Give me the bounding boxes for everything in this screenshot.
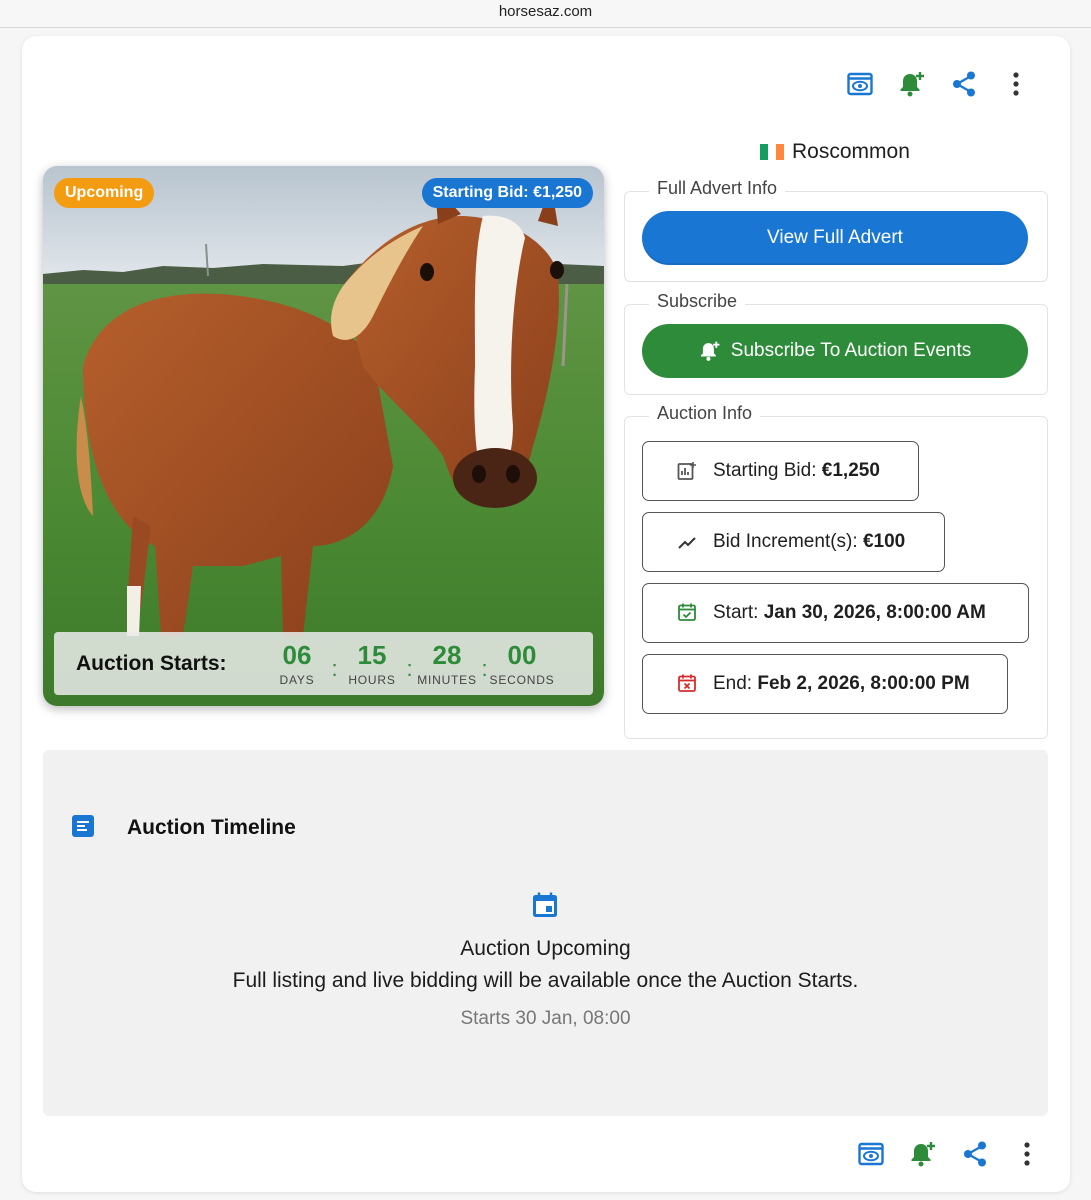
location-label: Roscommon [760, 140, 910, 164]
bottom-action-toolbar [851, 1134, 1047, 1174]
subscribe-section: Subscribe Subscribe To Auction Events [624, 291, 1048, 395]
timeline-document-icon [72, 815, 94, 837]
top-action-toolbar [840, 64, 1036, 104]
timeline-title: Auction Timeline [127, 816, 296, 839]
start-date-info: Start: Jan 30, 2026, 8:00:00 AM [642, 583, 1029, 643]
timeline-message: Full listing and live bidding will be av… [232, 969, 859, 992]
countdown-hours: 15 HOURS [341, 641, 403, 687]
countdown-label: Auction Starts: [76, 651, 227, 675]
watch-icon [847, 72, 873, 96]
subscribe-events-button[interactable]: Subscribe To Auction Events [642, 324, 1028, 378]
ireland-flag-icon [760, 144, 784, 160]
countdown-seconds: 00 SECONDS [489, 639, 555, 687]
subscribe-legend: Subscribe [649, 291, 746, 312]
starting-bid-label: Starting Bid: [713, 460, 817, 481]
start-label: Start: [713, 602, 759, 623]
bid-increment-text: Bid Increment(s): €100 [713, 531, 905, 553]
countdown-minutes-caption: MINUTES [417, 672, 477, 687]
bid-chart-icon [677, 462, 696, 480]
auction-info-section: Auction Info Starting Bid: €1,250 Bid In… [624, 403, 1048, 739]
more-vert-icon [1024, 1142, 1030, 1166]
url-text: horsesaz.com [498, 3, 593, 20]
share-button[interactable] [944, 64, 984, 104]
subscribe-bell-icon [900, 72, 924, 97]
browser-url-bar[interactable]: horsesaz.com [0, 0, 1091, 28]
countdown-separator: : [331, 655, 338, 681]
countdown-minutes: 28 MINUTES [416, 641, 478, 687]
starting-bid-value: €1,250 [821, 460, 880, 481]
bell-plus-icon [700, 341, 720, 361]
countdown-minutes-value: 28 [432, 639, 462, 670]
more-options-button[interactable] [1007, 1134, 1047, 1174]
countdown-days-value: 06 [282, 639, 312, 670]
trending-up-icon [678, 537, 696, 549]
start-value: Jan 30, 2026, 8:00:00 AM [763, 602, 986, 623]
countdown-hours-value: 15 [357, 639, 387, 670]
more-vert-icon [1013, 72, 1019, 96]
auction-timeline-panel: Auction Timeline Auction Upcoming Full l… [43, 750, 1048, 1116]
full-advert-legend: Full Advert Info [649, 178, 786, 199]
watch-button[interactable] [840, 64, 880, 104]
countdown-separator: : [406, 655, 413, 681]
calendar-check-icon [678, 603, 696, 621]
status-badge: Upcoming [54, 178, 155, 208]
starting-bid-text: Starting Bid: €1,250 [713, 460, 880, 482]
horse-image [43, 166, 604, 706]
end-date-text: End: Feb 2, 2026, 8:00:00 PM [713, 673, 970, 695]
timeline-start-time: Starts 30 Jan, 08:00 [460, 1008, 631, 1029]
share-icon [964, 1141, 986, 1167]
share-icon [953, 71, 975, 97]
horse-photo[interactable]: Upcoming Starting Bid: €1,250 Auction St… [43, 166, 604, 706]
subscribe-button-label: Subscribe To Auction Events [730, 340, 972, 361]
bid-increment-value: €100 [862, 531, 906, 552]
starting-bid-badge: Starting Bid: €1,250 [421, 178, 593, 208]
end-label: End: [713, 673, 753, 694]
starting-bid-info: Starting Bid: €1,250 [642, 441, 919, 501]
subscribe-bell-icon [911, 1142, 935, 1167]
subscribe-bell-button[interactable] [892, 64, 932, 104]
calendar-x-icon [678, 674, 696, 692]
view-full-advert-button[interactable]: View Full Advert [642, 211, 1028, 265]
auction-info-legend: Auction Info [649, 403, 761, 424]
bid-increment-info: Bid Increment(s): €100 [642, 512, 945, 572]
countdown-banner: Auction Starts: 06 DAYS : 15 HOURS : 28 … [54, 632, 593, 695]
countdown-days: 06 DAYS [266, 641, 328, 687]
share-button[interactable] [955, 1134, 995, 1174]
timeline-heading: Auction Upcoming [460, 937, 631, 960]
end-value: Feb 2, 2026, 8:00:00 PM [757, 673, 970, 694]
calendar-icon [533, 892, 557, 917]
watch-icon [858, 1142, 884, 1166]
location-text: Roscommon [792, 140, 910, 163]
countdown-seconds-caption: SECONDS [489, 672, 555, 687]
more-options-button[interactable] [996, 64, 1036, 104]
countdown-hours-caption: HOURS [348, 672, 396, 687]
countdown-days-caption: DAYS [279, 672, 315, 687]
auction-card: Roscommon Upcoming Starting Bid: €1,250 … [22, 36, 1070, 1192]
start-date-text: Start: Jan 30, 2026, 8:00:00 AM [713, 602, 986, 624]
bid-increment-label: Bid Increment(s): [713, 531, 858, 552]
subscribe-bell-button[interactable] [903, 1134, 943, 1174]
countdown-seconds-value: 00 [507, 639, 537, 670]
watch-button[interactable] [851, 1134, 891, 1174]
full-advert-section: Full Advert Info View Full Advert [624, 178, 1048, 282]
end-date-info: End: Feb 2, 2026, 8:00:00 PM [642, 654, 1008, 714]
